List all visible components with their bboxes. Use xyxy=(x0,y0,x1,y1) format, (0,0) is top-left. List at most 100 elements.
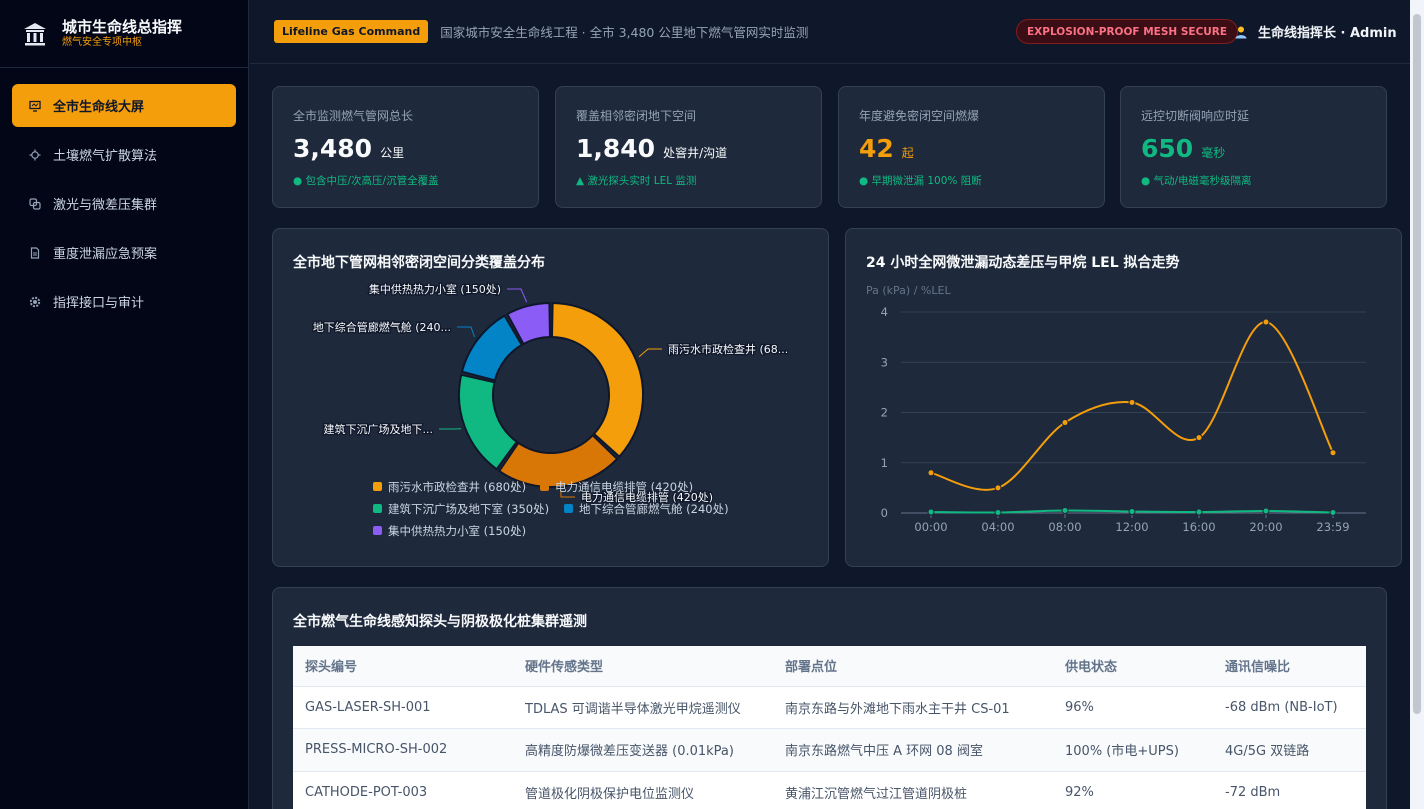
secure-status-badge: EXPLOSION-PROOF MESH SECURE xyxy=(1016,19,1239,44)
user-name: 生命线指挥长 · Admin xyxy=(1258,26,1397,41)
x-tick-label: 08:00 xyxy=(1048,520,1081,534)
line-chart: Pa (kPa) / %LEL 0 1 2 3 4 00:00 04:00 08:00 12:00… xyxy=(866,284,1366,534)
x-tick-label: 04:00 xyxy=(981,520,1014,534)
legend-label: 建筑下沉广场及地下室 (350处) xyxy=(388,502,549,516)
kpi-unit: 起 xyxy=(901,146,914,160)
y-tick-label: 1 xyxy=(881,456,888,470)
kpi-card-valve-latency: 远控切断阀响应时延 650 毫秒 ● 气动/电磁毫秒级隔离 xyxy=(1120,86,1387,208)
sidebar-nav: 全市生命线大屏 土壤燃气扩散算法 激光与微差压集群 重度泄漏应急预案 指挥接口与… xyxy=(0,68,248,345)
kpi-unit: 公里 xyxy=(380,146,405,160)
kpi-value: 1,840 xyxy=(576,134,656,163)
donut-slice xyxy=(550,301,644,459)
scrollbar-thumb[interactable] xyxy=(1413,14,1421,714)
brand-subtitle: 燃气安全专项中枢 xyxy=(62,36,142,48)
page-scrollbar[interactable] xyxy=(1410,0,1424,809)
legend-label: 地下综合管廊燃气舱 (240处) xyxy=(579,502,729,516)
sidebar: 城市生命线总指挥 燃气安全专项中枢 全市生命线大屏 土壤燃气扩散算法 激光与微差… xyxy=(0,0,249,809)
column-header: 探头编号 xyxy=(293,646,513,687)
kpi-label: 全市监测燃气管网总长 xyxy=(293,109,414,123)
legend-swatch xyxy=(373,504,382,513)
kpi-note: ● 气动/电磁毫秒级隔离 xyxy=(1141,175,1252,187)
kpi-note: ● 包含中压/次高压/沉管全覆盖 xyxy=(293,175,439,187)
header-title: 国家城市安全生命线工程 · 全市 3,480 公里地下燃气管网实时监测 xyxy=(440,25,809,40)
table-cell: GAS-LASER-SH-001 xyxy=(293,686,513,729)
kpi-label: 远控切断阀响应时延 xyxy=(1141,109,1250,123)
table-cell: 96% xyxy=(1053,686,1213,729)
data-point xyxy=(927,469,935,477)
sidebar-item-emergency-plan[interactable]: 重度泄漏应急预案 xyxy=(12,231,236,274)
y-tick-label: 3 xyxy=(881,355,888,369)
kpi-value: 650 xyxy=(1141,134,1194,163)
table-cell: PRESS-MICRO-SH-002 xyxy=(293,728,513,772)
table-cell: 高精度防爆微差压变送器 (0.01kPa) xyxy=(513,728,773,772)
user-icon xyxy=(1235,26,1247,38)
user-menu[interactable]: 生命线指挥长 · Admin xyxy=(1234,22,1397,41)
table-cell: CATHODE-POT-003 xyxy=(293,771,513,809)
landmark-icon xyxy=(24,22,46,45)
kpi-label: 覆盖相邻密闭地下空间 xyxy=(576,109,697,123)
sidebar-item-diffusion[interactable]: 土壤燃气扩散算法 xyxy=(12,133,236,176)
data-point xyxy=(994,508,1002,516)
sidebar-item-label: 激光与微差压集群 xyxy=(53,198,158,213)
table-cell: 黄浦江沉管燃气过江管道阴极桩 xyxy=(773,771,1053,809)
table-cell: 南京东路燃气中压 A 环网 08 阀室 xyxy=(773,728,1053,772)
donut-leader-line xyxy=(638,348,662,358)
donut-leader-line xyxy=(457,326,475,338)
donut-callout-label: 集中供热热力小室 (150处) xyxy=(369,282,501,296)
y-tick-label: 0 xyxy=(881,506,888,520)
column-header: 通讯信噪比 xyxy=(1213,646,1366,687)
brand-title: 城市生命线总指挥 xyxy=(62,17,183,36)
table-cell: 南京东路与外滩地下雨水主干井 CS-01 xyxy=(773,686,1053,729)
kpi-card-pipeline-length: 全市监测燃气管网总长 3,480 公里 ● 包含中压/次高压/沉管全覆盖 xyxy=(272,86,539,208)
monitor-icon xyxy=(28,99,42,113)
legend-swatch xyxy=(540,482,549,491)
kpi-value: 3,480 xyxy=(293,134,373,163)
table-row[interactable]: CATHODE-POT-003 管道极化阴极保护电位监测仪 黄浦江沉管燃气过江管… xyxy=(293,771,1366,809)
column-header: 供电状态 xyxy=(1053,646,1213,687)
settings-icon xyxy=(28,295,42,309)
sidebar-item-audit[interactable]: 指挥接口与审计 xyxy=(12,280,236,323)
sensor-table-wrapper: 探头编号 硬件传感类型 部署点位 供电状态 通讯信噪比 GAS-LASER-SH… xyxy=(293,646,1366,809)
top-header: Lifeline Gas Command 国家城市安全生命线工程 · 全市 3,… xyxy=(250,0,1410,64)
data-point xyxy=(1128,507,1136,515)
kpi-unit: 处窨井/沟道 xyxy=(663,146,728,160)
table-cell: TDLAS 可调谐半导体激光甲烷遥测仪 xyxy=(513,686,773,729)
y-tick-label: 4 xyxy=(881,305,888,319)
kpi-unit: 毫秒 xyxy=(1201,146,1226,160)
kpi-card-explosions-avoided: 年度避免密闭空间燃爆 42 起 ● 早期微泄漏 100% 阻断 xyxy=(838,86,1105,208)
donut-chart: 雨污水市政检查井 (68... 电力通信电缆排管 (420处) 建筑下沉广场及地下.… xyxy=(311,281,789,538)
x-tick-label: 00:00 xyxy=(914,520,947,534)
layers-icon xyxy=(28,197,42,211)
table-cell: 100% (市电+UPS) xyxy=(1053,728,1213,772)
table-panel-title: 全市燃气生命线感知探头与阴极极化桩集群遥测 xyxy=(293,614,587,630)
sidebar-item-dashboard[interactable]: 全市生命线大屏 xyxy=(12,84,236,127)
kpi-card-confined-spaces: 覆盖相邻密闭地下空间 1,840 处窨井/沟道 ▲ 激光探头实时 LEL 监测 xyxy=(555,86,822,208)
command-badge: Lifeline Gas Command xyxy=(274,20,429,43)
kpi-value: 42 xyxy=(859,134,894,163)
table-row[interactable]: PRESS-MICRO-SH-002 高精度防爆微差压变送器 (0.01kPa)… xyxy=(293,728,1366,772)
data-point xyxy=(994,484,1002,492)
donut-slice xyxy=(458,373,519,471)
column-header: 硬件传感类型 xyxy=(513,646,773,687)
table-row[interactable]: GAS-LASER-SH-001 TDLAS 可调谐半导体激光甲烷遥测仪 南京东… xyxy=(293,686,1366,729)
table-header-row: 探头编号 硬件传感类型 部署点位 供电状态 通讯信噪比 xyxy=(293,646,1366,687)
legend-label: 电力通信电缆排管 (420处) xyxy=(555,480,693,494)
data-point xyxy=(1128,398,1136,406)
legend-label: 雨污水市政检查井 (680处) xyxy=(388,480,526,494)
kpi-note: ● 早期微泄漏 100% 阻断 xyxy=(859,175,982,187)
data-point xyxy=(1329,508,1337,516)
table-cell: 92% xyxy=(1053,771,1213,809)
brand: 城市生命线总指挥 燃气安全专项中枢 xyxy=(0,0,248,68)
legend-swatch xyxy=(564,504,573,513)
column-header: 部署点位 xyxy=(773,646,1053,687)
x-tick-label: 16:00 xyxy=(1182,520,1215,534)
donut-callout-label: 建筑下沉广场及地下... xyxy=(324,422,434,436)
data-point xyxy=(1061,419,1069,427)
legend-swatch xyxy=(373,526,382,535)
donut-chart-panel: 全市地下管网相邻密闭空间分类覆盖分布 雨污水市政检查井 (68... 电力通信电缆… xyxy=(272,228,829,567)
sidebar-item-laser-cluster[interactable]: 激光与微差压集群 xyxy=(12,182,236,225)
x-tick-label: 23:59 xyxy=(1316,520,1349,534)
kpi-note: ▲ 激光探头实时 LEL 监测 xyxy=(576,175,697,187)
sidebar-item-label: 指挥接口与审计 xyxy=(53,296,145,311)
donut-leader-line xyxy=(507,288,528,303)
